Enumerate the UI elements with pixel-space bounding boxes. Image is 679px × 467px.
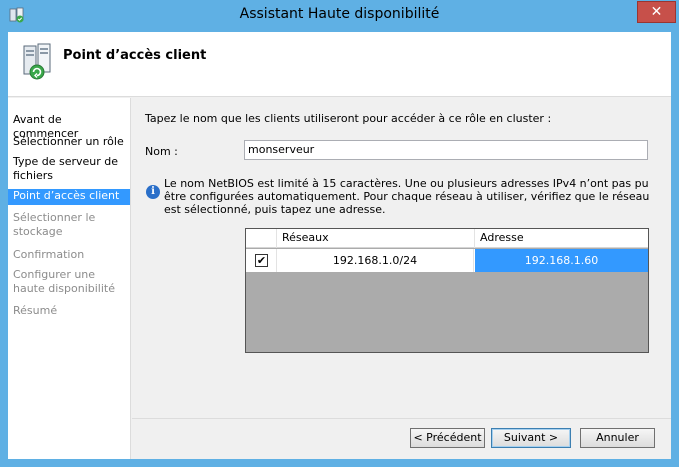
name-input[interactable]: monserveur xyxy=(244,140,648,160)
nav-step-client-access-point[interactable]: Point d’accès client xyxy=(8,189,130,205)
nav-step-configure-ha: Configurer une haute disponibilité xyxy=(13,268,116,295)
wizard-steps-nav: Avant de commencer Sélectionner un rôle … xyxy=(8,98,131,459)
window-title: Assistant Haute disponibilité xyxy=(239,6,440,22)
wizard-client-area: Point d’accès client Avant de commencer … xyxy=(8,32,671,459)
grid-header-networks[interactable]: Réseaux xyxy=(277,229,475,248)
nav-step-file-server-type[interactable]: Type de serveur de fichiers xyxy=(8,155,130,183)
info-icon: i xyxy=(146,185,160,199)
wizard-footer: < Précédent Suivant > Annuler xyxy=(132,418,671,459)
nav-step-select-storage: Sélectionner le stockage xyxy=(13,211,96,238)
wizard-content: Tapez le nom que les clients utiliseront… xyxy=(132,98,671,418)
name-label: Nom : xyxy=(145,145,178,158)
info-message: Le nom NetBIOS est limité à 15 caractère… xyxy=(164,177,650,216)
grid-header-checkbox-col xyxy=(246,229,277,248)
network-cell: 192.168.1.0/24 xyxy=(277,249,474,272)
nav-step-summary: Résumé xyxy=(13,304,58,317)
page-title: Point d’accès client xyxy=(63,48,207,63)
nav-step-select-role[interactable]: Sélectionner un rôle xyxy=(8,135,130,149)
cancel-button[interactable]: Annuler xyxy=(580,428,655,448)
previous-button[interactable]: < Précédent xyxy=(410,428,485,448)
intro-text: Tapez le nom que les clients utiliseront… xyxy=(145,112,552,125)
network-checkbox[interactable]: ✔ xyxy=(255,254,268,267)
nav-step-confirmation: Confirmation xyxy=(13,248,85,261)
close-button[interactable]: ✕ xyxy=(637,1,676,23)
grid-header-address[interactable]: Adresse xyxy=(475,229,648,248)
wizard-window: Assistant Haute disponibilité ✕ Point d’… xyxy=(0,0,679,467)
wizard-header: Point d’accès client xyxy=(8,32,671,97)
network-grid[interactable]: Réseaux Adresse ✔ 192.168.1.0/24 192.168… xyxy=(245,228,649,353)
title-bar[interactable]: Assistant Haute disponibilité ✕ xyxy=(0,0,679,32)
address-cell[interactable]: 192.168.1.60 xyxy=(475,249,648,272)
next-button[interactable]: Suivant > xyxy=(491,428,571,448)
table-row[interactable]: ✔ 192.168.1.0/24 192.168.1.60 xyxy=(246,249,648,272)
close-icon: ✕ xyxy=(650,4,663,20)
row-checkbox-cell: ✔ xyxy=(246,249,277,272)
cluster-server-icon xyxy=(23,43,51,80)
grid-header: Réseaux Adresse xyxy=(246,229,648,248)
